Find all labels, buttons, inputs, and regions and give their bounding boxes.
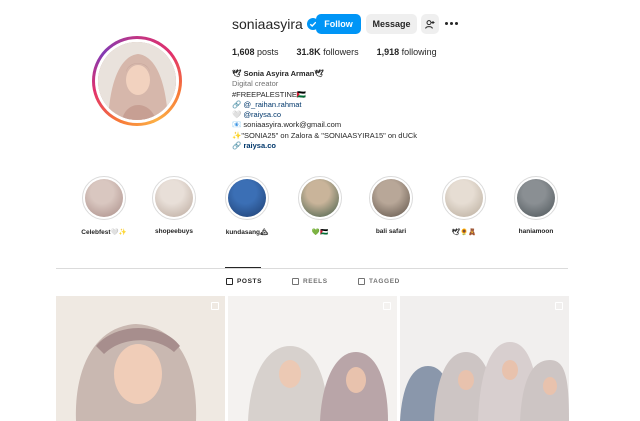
highlight-label: shopeebuys (155, 228, 193, 235)
highlight-ring (225, 176, 269, 220)
bio-link-emoji: 🔗 (232, 99, 244, 109)
highlight-cover (445, 179, 483, 217)
tabs-divider (56, 268, 568, 269)
story-highlight[interactable]: Celebfest🤍✨ (78, 176, 130, 236)
highlight-label: haniamoon (518, 228, 554, 235)
tab-posts[interactable]: POSTS (226, 278, 262, 285)
highlight-cover (301, 179, 339, 217)
posts-count: 1,608 posts (232, 47, 279, 57)
bio-hashtag[interactable]: #FREEPALESTINE🇵🇸 (232, 90, 417, 100)
story-highlight[interactable]: kundasang🏔 (221, 176, 273, 236)
following-count[interactable]: 1,918 following (377, 47, 437, 57)
highlight-label: bali safari (375, 228, 407, 235)
highlight-ring (298, 176, 342, 220)
post-thumbnail[interactable] (400, 296, 569, 421)
avatar[interactable] (98, 42, 176, 120)
more-options-button[interactable] (445, 17, 461, 29)
add-user-icon (425, 19, 435, 29)
followers-count-label: followers (320, 47, 359, 57)
posts-count-label: posts (254, 47, 279, 57)
tab-tagged[interactable]: TAGGED (358, 278, 400, 285)
post-thumbnail[interactable] (228, 296, 397, 421)
profile-avatar-ring[interactable] (92, 36, 182, 126)
story-highlight[interactable]: haniamoon (510, 176, 562, 235)
bio-mention-raiysa: 🤍 @raiysa.co (232, 110, 417, 120)
followers-count[interactable]: 31.8K followers (297, 47, 359, 57)
bio-mention-raihan: 🔗 @_raihan.rahmat (232, 100, 417, 110)
highlight-label: kundasang🏔 (225, 229, 269, 236)
link-icon: 🔗 (232, 141, 244, 151)
highlight-label: 💚🇵🇸 (311, 229, 329, 236)
highlight-ring (369, 176, 413, 220)
tab-label: POSTS (237, 278, 263, 285)
more-icon (450, 21, 453, 25)
highlight-label: 🕊🌻🧸 (451, 229, 477, 236)
tab-label: TAGGED (369, 278, 400, 285)
posts-count-value: 1,608 (232, 47, 255, 57)
followers-count-value: 31.8K (296, 47, 321, 57)
tab-label: REELS (303, 278, 328, 285)
post-image (400, 296, 569, 421)
highlight-ring (152, 176, 196, 220)
following-count-label: following (399, 47, 437, 57)
bio-name: 🕊 Sonia Asyira Arman🕊 (232, 69, 324, 78)
mention-link[interactable]: @raiysa.co (243, 110, 281, 119)
bio-heart-emoji: 🤍 (232, 110, 244, 120)
add-user-button[interactable] (421, 14, 439, 34)
grid-icon (226, 278, 233, 285)
more-icon (455, 21, 458, 25)
message-button[interactable]: Message (366, 14, 417, 34)
tab-reels[interactable]: REELS (292, 278, 328, 285)
profile-bio: 🕊 Sonia Asyira Arman🕊 Digital creator #F… (232, 69, 417, 151)
multiple-photos-icon (383, 302, 391, 310)
highlight-cover (85, 179, 123, 217)
post-image (56, 296, 225, 421)
highlight-cover (517, 179, 555, 217)
multiple-photos-icon (211, 302, 219, 310)
username: soniaasyira (232, 16, 303, 32)
post-thumbnail[interactable] (56, 296, 225, 421)
highlight-cover (155, 179, 193, 217)
avatar-image (98, 42, 176, 120)
website-link[interactable]: raiysa.co (243, 141, 276, 150)
highlight-ring (442, 176, 486, 220)
following-count-value: 1,918 (376, 47, 400, 57)
story-highlight[interactable]: bali safari (365, 176, 417, 235)
profile-stats: 1,608 posts 31.8K followers 1,918 follow… (232, 47, 455, 57)
reels-icon (292, 278, 299, 285)
post-image (228, 296, 397, 421)
story-highlight[interactable]: 💚🇵🇸 (294, 176, 346, 236)
bio-promo: ✨"SONIA25" on Zalora & "SONIAASYIRA15" o… (232, 130, 418, 140)
bio-email: 📧 soniaasyira.work@gmail.com (232, 120, 342, 130)
mention-link[interactable]: @_raihan.rahmat (243, 100, 301, 109)
tagged-icon (358, 278, 365, 285)
story-highlight[interactable]: shopeebuys (148, 176, 200, 235)
highlight-cover (228, 179, 266, 217)
follow-button[interactable]: Follow (316, 14, 361, 34)
highlight-ring (514, 176, 558, 220)
multiple-photos-icon (555, 302, 563, 310)
highlight-label: Celebfest🤍✨ (81, 229, 127, 236)
bio-website: 🔗 raiysa.co (232, 141, 417, 151)
more-icon (445, 21, 448, 25)
highlight-ring (82, 176, 126, 220)
profile-top-row: soniaasyira (232, 14, 319, 34)
highlight-cover (372, 179, 410, 217)
story-highlight[interactable]: 🕊🌻🧸 (438, 176, 490, 236)
bio-category: Digital creator (232, 79, 279, 89)
active-tab-indicator (225, 267, 261, 268)
